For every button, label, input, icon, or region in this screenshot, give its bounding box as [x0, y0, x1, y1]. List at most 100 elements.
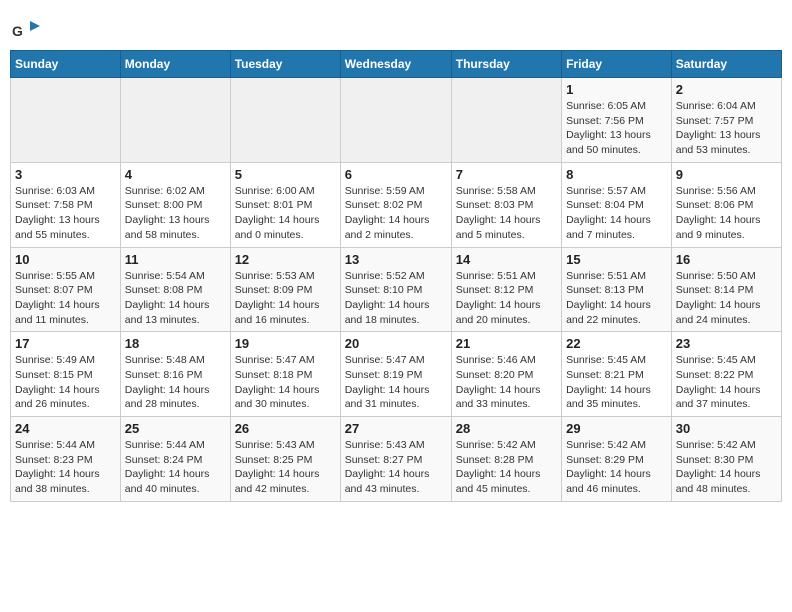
calendar-cell [11, 78, 121, 163]
calendar-cell: 2 Sunrise: 6:04 AM Sunset: 7:57 PM Daylig… [671, 78, 781, 163]
calendar-cell: 23 Sunrise: 5:45 AM Sunset: 8:22 PM Dayli… [671, 332, 781, 417]
day-info: Sunrise: 5:42 AM Sunset: 8:30 PM Dayligh… [676, 438, 777, 497]
day-number: 30 [676, 421, 777, 436]
day-info: Sunrise: 5:58 AM Sunset: 8:03 PM Dayligh… [456, 184, 557, 243]
calendar-header-tuesday: Tuesday [230, 51, 340, 78]
calendar-cell [230, 78, 340, 163]
day-info: Sunrise: 5:44 AM Sunset: 8:24 PM Dayligh… [125, 438, 226, 497]
calendar-week-3: 17 Sunrise: 5:49 AM Sunset: 8:15 PM Dayli… [11, 332, 782, 417]
day-info: Sunrise: 6:03 AM Sunset: 7:58 PM Dayligh… [15, 184, 116, 243]
day-info: Sunrise: 5:42 AM Sunset: 8:28 PM Dayligh… [456, 438, 557, 497]
day-info: Sunrise: 6:00 AM Sunset: 8:01 PM Dayligh… [235, 184, 336, 243]
calendar-week-0: 1 Sunrise: 6:05 AM Sunset: 7:56 PM Daylig… [11, 78, 782, 163]
calendar-cell: 20 Sunrise: 5:47 AM Sunset: 8:19 PM Dayli… [340, 332, 451, 417]
day-number: 29 [566, 421, 667, 436]
calendar-cell: 25Sunrise: 5:44 AM Sunset: 8:24 PM Dayli… [120, 417, 230, 502]
day-info: Sunrise: 5:47 AM Sunset: 8:18 PM Dayligh… [235, 353, 336, 412]
calendar-cell: 14 Sunrise: 5:51 AM Sunset: 8:12 PM Dayli… [451, 247, 561, 332]
day-info: Sunrise: 5:49 AM Sunset: 8:15 PM Dayligh… [15, 353, 116, 412]
calendar-cell: 16 Sunrise: 5:50 AM Sunset: 8:14 PM Dayli… [671, 247, 781, 332]
calendar-cell: 30 Sunrise: 5:42 AM Sunset: 8:30 PM Dayli… [671, 417, 781, 502]
calendar-cell: 11Sunrise: 5:54 AM Sunset: 8:08 PM Dayli… [120, 247, 230, 332]
calendar-cell: 26 Sunrise: 5:43 AM Sunset: 8:25 PM Dayli… [230, 417, 340, 502]
day-info: Sunrise: 5:56 AM Sunset: 8:06 PM Dayligh… [676, 184, 777, 243]
calendar-header-friday: Friday [562, 51, 672, 78]
day-number: 3 [15, 167, 116, 182]
day-number: 4 [125, 167, 226, 182]
day-info: Sunrise: 5:48 AM Sunset: 8:16 PM Dayligh… [125, 353, 226, 412]
day-number: 7 [456, 167, 557, 182]
day-info: Sunrise: 5:52 AM Sunset: 8:10 PM Dayligh… [345, 269, 447, 328]
day-info: Sunrise: 5:43 AM Sunset: 8:25 PM Dayligh… [235, 438, 336, 497]
calendar-cell: 13 Sunrise: 5:52 AM Sunset: 8:10 PM Dayli… [340, 247, 451, 332]
logo: G [10, 16, 44, 46]
day-number: 9 [676, 167, 777, 182]
calendar-week-4: 24Sunrise: 5:44 AM Sunset: 8:23 PM Dayli… [11, 417, 782, 502]
day-number: 17 [15, 336, 116, 351]
calendar-week-2: 10 Sunrise: 5:55 AM Sunset: 8:07 PM Dayli… [11, 247, 782, 332]
day-info: Sunrise: 5:51 AM Sunset: 8:12 PM Dayligh… [456, 269, 557, 328]
day-info: Sunrise: 5:43 AM Sunset: 8:27 PM Dayligh… [345, 438, 447, 497]
calendar-cell: 8 Sunrise: 5:57 AM Sunset: 8:04 PM Daylig… [562, 162, 672, 247]
calendar-cell: 4 Sunrise: 6:02 AM Sunset: 8:00 PM Daylig… [120, 162, 230, 247]
calendar: SundayMondayTuesdayWednesdayThursdayFrid… [10, 50, 782, 502]
calendar-cell: 6 Sunrise: 5:59 AM Sunset: 8:02 PM Daylig… [340, 162, 451, 247]
calendar-cell: 19Sunrise: 5:47 AM Sunset: 8:18 PM Dayli… [230, 332, 340, 417]
day-info: Sunrise: 5:53 AM Sunset: 8:09 PM Dayligh… [235, 269, 336, 328]
calendar-cell [451, 78, 561, 163]
day-info: Sunrise: 5:42 AM Sunset: 8:29 PM Dayligh… [566, 438, 667, 497]
calendar-cell: 21Sunrise: 5:46 AM Sunset: 8:20 PM Dayli… [451, 332, 561, 417]
day-number: 16 [676, 252, 777, 267]
calendar-header-monday: Monday [120, 51, 230, 78]
day-number: 23 [676, 336, 777, 351]
day-info: Sunrise: 5:45 AM Sunset: 8:22 PM Dayligh… [676, 353, 777, 412]
calendar-header-thursday: Thursday [451, 51, 561, 78]
day-number: 13 [345, 252, 447, 267]
day-info: Sunrise: 5:59 AM Sunset: 8:02 PM Dayligh… [345, 184, 447, 243]
calendar-header-wednesday: Wednesday [340, 51, 451, 78]
calendar-cell: 12 Sunrise: 5:53 AM Sunset: 8:09 PM Dayli… [230, 247, 340, 332]
calendar-cell: 28Sunrise: 5:42 AM Sunset: 8:28 PM Dayli… [451, 417, 561, 502]
day-info: Sunrise: 5:55 AM Sunset: 8:07 PM Dayligh… [15, 269, 116, 328]
day-info: Sunrise: 5:47 AM Sunset: 8:19 PM Dayligh… [345, 353, 447, 412]
day-number: 2 [676, 82, 777, 97]
calendar-header-sunday: Sunday [11, 51, 121, 78]
day-number: 27 [345, 421, 447, 436]
day-number: 24 [15, 421, 116, 436]
svg-text:G: G [12, 23, 23, 39]
day-number: 22 [566, 336, 667, 351]
calendar-cell [340, 78, 451, 163]
header: G [10, 10, 782, 46]
day-number: 1 [566, 82, 667, 97]
day-number: 10 [15, 252, 116, 267]
calendar-cell: 7 Sunrise: 5:58 AM Sunset: 8:03 PM Daylig… [451, 162, 561, 247]
day-info: Sunrise: 6:05 AM Sunset: 7:56 PM Dayligh… [566, 99, 667, 158]
calendar-cell: 24Sunrise: 5:44 AM Sunset: 8:23 PM Dayli… [11, 417, 121, 502]
day-number: 21 [456, 336, 557, 351]
day-number: 14 [456, 252, 557, 267]
calendar-cell: 22Sunrise: 5:45 AM Sunset: 8:21 PM Dayli… [562, 332, 672, 417]
calendar-header-saturday: Saturday [671, 51, 781, 78]
logo-icon: G [10, 16, 40, 46]
day-info: Sunrise: 6:02 AM Sunset: 8:00 PM Dayligh… [125, 184, 226, 243]
day-number: 12 [235, 252, 336, 267]
calendar-cell: 3 Sunrise: 6:03 AM Sunset: 7:58 PM Daylig… [11, 162, 121, 247]
day-number: 8 [566, 167, 667, 182]
calendar-cell: 5 Sunrise: 6:00 AM Sunset: 8:01 PM Daylig… [230, 162, 340, 247]
day-info: Sunrise: 6:04 AM Sunset: 7:57 PM Dayligh… [676, 99, 777, 158]
calendar-cell: 9 Sunrise: 5:56 AM Sunset: 8:06 PM Daylig… [671, 162, 781, 247]
calendar-week-1: 3 Sunrise: 6:03 AM Sunset: 7:58 PM Daylig… [11, 162, 782, 247]
calendar-header-row: SundayMondayTuesdayWednesdayThursdayFrid… [11, 51, 782, 78]
day-info: Sunrise: 5:57 AM Sunset: 8:04 PM Dayligh… [566, 184, 667, 243]
day-info: Sunrise: 5:54 AM Sunset: 8:08 PM Dayligh… [125, 269, 226, 328]
day-number: 26 [235, 421, 336, 436]
day-number: 20 [345, 336, 447, 351]
day-number: 18 [125, 336, 226, 351]
calendar-cell: 17 Sunrise: 5:49 AM Sunset: 8:15 PM Dayli… [11, 332, 121, 417]
day-info: Sunrise: 5:50 AM Sunset: 8:14 PM Dayligh… [676, 269, 777, 328]
calendar-cell: 15Sunrise: 5:51 AM Sunset: 8:13 PM Dayli… [562, 247, 672, 332]
day-number: 5 [235, 167, 336, 182]
day-info: Sunrise: 5:51 AM Sunset: 8:13 PM Dayligh… [566, 269, 667, 328]
day-number: 6 [345, 167, 447, 182]
calendar-cell: 27 Sunrise: 5:43 AM Sunset: 8:27 PM Dayli… [340, 417, 451, 502]
